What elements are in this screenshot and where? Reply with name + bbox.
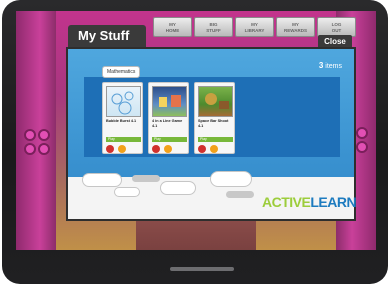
card-thumbnail <box>106 86 141 117</box>
items-count-number: 3 <box>318 61 324 70</box>
remove-icon[interactable] <box>106 145 114 153</box>
content-card[interactable]: Space Bar Shoot 4.1 Play <box>194 82 235 154</box>
remove-icon[interactable] <box>152 145 160 153</box>
card-thumbnail <box>152 86 187 117</box>
cloud-decoration <box>210 171 252 187</box>
play-button[interactable]: Play <box>198 137 233 142</box>
nav-label: OUT <box>331 28 342 33</box>
top-navigation: MY HOME BIG STUFF MY LIBRARY MY REWARDS … <box>153 17 356 37</box>
nav-label: REWARDS <box>283 28 307 33</box>
game-scene-icon <box>159 95 181 107</box>
nav-my-rewards-button[interactable]: MY REWARDS <box>276 17 315 37</box>
tablet-device: MY HOME BIG STUFF MY LIBRARY MY REWARDS … <box>2 0 388 284</box>
decor-knob <box>24 129 36 141</box>
nav-label: HOME <box>165 28 180 33</box>
shelf-label: Mathematics <box>102 66 141 78</box>
tablet-screen: MY HOME BIG STUFF MY LIBRARY MY REWARDS … <box>16 11 376 250</box>
dialog-title: My Stuff <box>68 25 146 47</box>
nav-label: LIBRARY <box>244 28 265 33</box>
decor-knob <box>24 143 36 155</box>
remove-icon[interactable] <box>198 145 206 153</box>
active-learn-logo: ACTIVELEARN <box>262 194 357 210</box>
card-title: Bubble Burst 4.1 <box>106 119 137 123</box>
play-button[interactable]: Play <box>106 137 141 142</box>
play-button[interactable]: Play <box>152 137 187 142</box>
items-count-label: items <box>325 63 342 70</box>
content-card[interactable]: 4 in a Line Game 4.1 Play <box>148 82 189 154</box>
cloud-decoration <box>114 187 140 197</box>
content-card[interactable]: Bubble Burst 4.1 Play <box>102 82 143 154</box>
decor-knob <box>356 141 368 153</box>
plane-decoration <box>132 175 160 182</box>
favourite-icon[interactable] <box>164 145 172 153</box>
card-title: Space Bar Shoot 4.1 <box>198 119 229 128</box>
nav-log-out-button[interactable]: LOG OUT <box>317 17 356 37</box>
nav-my-library-button[interactable]: MY LIBRARY <box>235 17 274 37</box>
content-shelf: Mathematics Bubble Burst 4.1 Play 4 in a… <box>84 66 340 157</box>
favourite-icon[interactable] <box>118 145 126 153</box>
decor-knob <box>356 127 368 139</box>
favourite-icon[interactable] <box>210 145 218 153</box>
card-title: 4 in a Line Game 4.1 <box>152 119 183 128</box>
logo-word: LEARN <box>310 194 357 210</box>
bubbles-icon <box>111 91 134 115</box>
decor-knob <box>38 129 50 141</box>
landscape-icon <box>205 93 229 109</box>
card-thumbnail <box>198 86 233 117</box>
decor-knob <box>38 143 50 155</box>
plane-decoration <box>226 191 254 198</box>
nav-label: STUFF <box>206 28 221 33</box>
cloud-decoration <box>82 173 122 187</box>
logo-word: ACTIVE <box>262 194 311 210</box>
my-stuff-dialog: 3 items Mathematics Bubble Burst 4.1 Pla… <box>66 47 357 221</box>
nav-my-home-button[interactable]: MY HOME <box>153 17 192 37</box>
background-left-machine <box>16 11 56 250</box>
items-count: 3 items <box>319 61 342 70</box>
home-indicator <box>170 267 234 271</box>
cloud-decoration <box>160 181 196 195</box>
dialog-footer: ACTIVELEARN <box>68 171 357 219</box>
nav-big-stuff-button[interactable]: BIG STUFF <box>194 17 233 37</box>
